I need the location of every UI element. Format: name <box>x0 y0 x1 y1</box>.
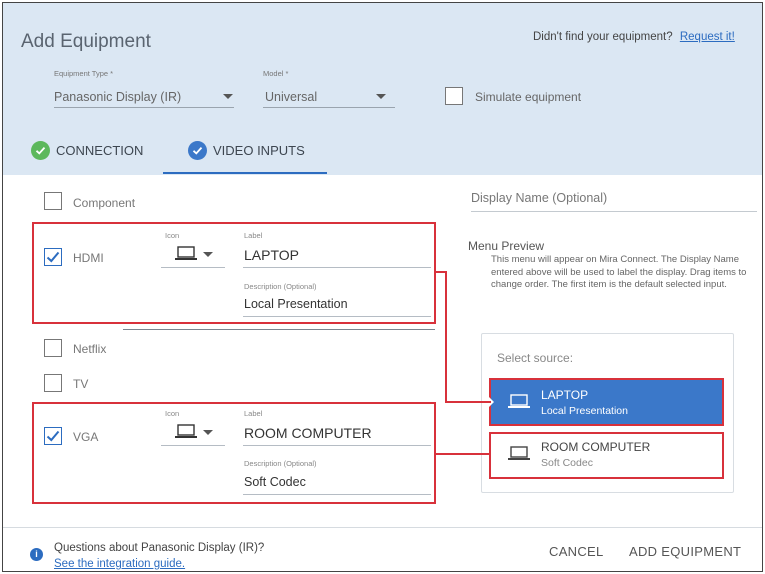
preview-item-laptop[interactable]: LAPTOP Local Presentation <box>489 378 724 426</box>
request-equipment-prompt: Didn't find your equipment? Request it! <box>533 31 735 43</box>
vga-description-input[interactable]: Soft Codec <box>244 475 306 489</box>
netflix-checkbox[interactable] <box>44 339 62 357</box>
add-equipment-dialog: Add Equipment Didn't find your equipment… <box>2 2 763 572</box>
netflix-label: Netflix <box>73 342 107 356</box>
equipment-type-select[interactable]: Equipment Type * Panasonic Display (IR) <box>54 69 234 109</box>
connector-line <box>445 271 447 403</box>
vga-annotation-box <box>32 402 436 504</box>
chevron-down-icon <box>203 252 213 257</box>
model-value: Universal <box>265 90 318 104</box>
chevron-down-icon <box>203 430 213 435</box>
hdmi-label-caption: Label <box>244 231 263 240</box>
laptop-icon <box>175 246 197 260</box>
hdmi-icon-caption: Icon <box>165 231 180 240</box>
chevron-down-icon <box>376 94 386 99</box>
tab-video-inputs[interactable]: VIDEO INPUTS <box>188 141 305 160</box>
laptop-icon <box>508 446 530 460</box>
dialog-title: Add Equipment <box>21 31 151 52</box>
field-underline <box>471 211 757 212</box>
active-tab-indicator <box>163 172 327 174</box>
vga-label-caption: Label <box>244 409 263 418</box>
field-underline <box>161 445 225 446</box>
vga-icon-caption: Icon <box>165 409 180 418</box>
footer-divider <box>3 527 762 528</box>
simulate-equipment-checkbox[interactable] <box>445 87 463 105</box>
check-circle-icon <box>31 141 50 160</box>
request-it-link[interactable]: Request it! <box>680 31 735 43</box>
preview-item-title: LAPTOP <box>541 388 589 402</box>
field-underline <box>263 107 395 108</box>
drag-separator <box>123 329 435 330</box>
dialog-header: Add Equipment Didn't find your equipment… <box>3 3 762 175</box>
hdmi-icon-select[interactable] <box>161 243 225 268</box>
menu-preview-title: Menu Preview <box>468 239 545 253</box>
component-checkbox[interactable] <box>44 192 62 210</box>
tv-label: TV <box>73 377 89 391</box>
tv-checkbox[interactable] <box>44 374 62 392</box>
select-source-label: Select source: <box>497 351 574 365</box>
vga-label: VGA <box>73 430 99 444</box>
integration-guide-link[interactable]: See the integration guide. <box>54 558 185 570</box>
vga-description-caption: Description (Optional) <box>244 459 317 468</box>
vga-checkbox[interactable] <box>44 427 62 445</box>
display-name-input[interactable]: Display Name (Optional) <box>471 191 607 205</box>
connector-line <box>434 453 491 455</box>
preview-item-subtitle: Local Presentation <box>541 405 628 417</box>
preview-item-room-computer[interactable]: ROOM COMPUTER Soft Codec <box>489 432 724 479</box>
component-label: Component <box>73 196 136 210</box>
hdmi-checkbox[interactable] <box>44 248 62 266</box>
vga-icon-select[interactable] <box>161 421 225 446</box>
didnt-find-text: Didn't find your equipment? <box>533 31 673 43</box>
field-underline <box>243 494 431 495</box>
add-equipment-button[interactable]: ADD EQUIPMENT <box>629 544 741 559</box>
tab-connection-label: CONNECTION <box>56 143 144 158</box>
equipment-type-value: Panasonic Display (IR) <box>54 90 182 104</box>
menu-preview-description: This menu will appear on Mira Connect. T… <box>491 254 747 290</box>
tab-connection[interactable]: CONNECTION <box>31 141 143 160</box>
model-label: Model * <box>263 69 289 78</box>
info-icon: i <box>30 548 43 561</box>
hdmi-description-input[interactable]: Local Presentation <box>244 297 348 311</box>
preview-item-title: ROOM COMPUTER <box>541 440 651 454</box>
cancel-button[interactable]: CANCEL <box>549 544 604 559</box>
model-select[interactable]: Model * Universal <box>263 69 395 109</box>
equipment-type-label: Equipment Type * <box>54 69 114 78</box>
field-underline <box>161 267 225 268</box>
tab-video-inputs-label: VIDEO INPUTS <box>213 143 305 158</box>
integration-question: Questions about Panasonic Display (IR)? <box>54 542 265 554</box>
vga-label-input[interactable]: ROOM COMPUTER <box>244 425 372 441</box>
field-underline <box>243 445 431 446</box>
field-underline <box>54 107 234 108</box>
hdmi-label-input[interactable]: LAPTOP <box>244 247 299 263</box>
simulate-equipment-label: Simulate equipment <box>475 90 582 104</box>
chevron-down-icon <box>223 94 233 99</box>
field-underline <box>243 316 431 317</box>
laptop-icon <box>175 424 197 438</box>
laptop-icon <box>508 394 530 408</box>
hdmi-description-caption: Description (Optional) <box>244 282 317 291</box>
preview-item-subtitle: Soft Codec <box>541 457 593 469</box>
field-underline <box>243 267 431 268</box>
connector-line <box>445 401 491 403</box>
check-circle-icon <box>188 141 207 160</box>
hdmi-annotation-box <box>32 222 436 324</box>
hdmi-label: HDMI <box>73 251 104 265</box>
